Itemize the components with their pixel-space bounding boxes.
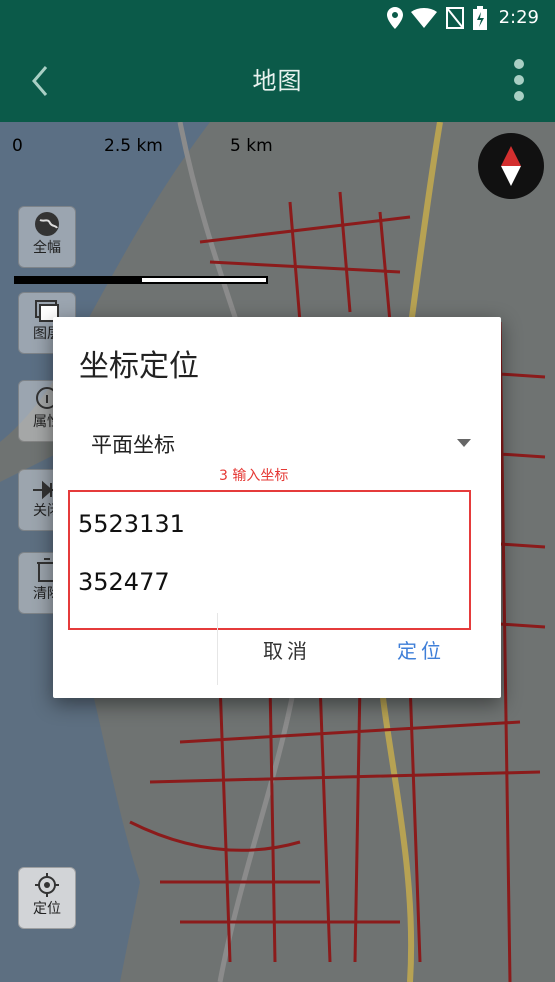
x-coordinate-input[interactable] bbox=[78, 504, 448, 544]
coordinate-inputs-box bbox=[68, 490, 471, 630]
coordinate-type-select[interactable]: 平面坐标 bbox=[79, 417, 475, 467]
coordinate-locate-dialog: 坐标定位 平面坐标 3 输入坐标 取消 定位 bbox=[53, 317, 501, 698]
scale-mid: 2.5 km bbox=[104, 136, 163, 156]
signal-icon bbox=[445, 6, 464, 29]
globe-icon bbox=[35, 212, 59, 236]
button-divider bbox=[217, 613, 218, 685]
more-menu-icon[interactable] bbox=[509, 57, 529, 103]
dropdown-arrow-icon bbox=[457, 439, 471, 447]
status-icons: 2:29 bbox=[386, 4, 539, 31]
full-extent-button[interactable]: 全幅 bbox=[18, 206, 76, 268]
locate-button[interactable]: 定位 bbox=[18, 867, 76, 929]
scale-zero: 0 bbox=[12, 136, 23, 156]
crosshair-icon bbox=[35, 873, 59, 897]
wifi-icon bbox=[410, 7, 437, 28]
compass-button[interactable] bbox=[478, 133, 544, 199]
y-coordinate-input[interactable] bbox=[78, 562, 448, 602]
app-bar: 地图 bbox=[0, 35, 555, 122]
page-title: 地图 bbox=[252, 67, 303, 95]
locate-confirm-button[interactable]: 定位 bbox=[397, 635, 445, 664]
compass-icon bbox=[501, 146, 521, 186]
dialog-title: 坐标定位 bbox=[79, 349, 199, 384]
status-time: 2:29 bbox=[498, 7, 539, 28]
locate-label: 定位 bbox=[33, 901, 61, 917]
battery-icon bbox=[472, 5, 487, 30]
status-bar: 2:29 bbox=[0, 0, 555, 35]
coordinate-type-value: 平面坐标 bbox=[91, 433, 175, 457]
cancel-button[interactable]: 取消 bbox=[263, 635, 311, 664]
location-icon bbox=[386, 6, 403, 29]
input-hint: 3 输入坐标 bbox=[219, 468, 289, 484]
scale-end: 5 km bbox=[230, 136, 273, 156]
full-extent-label: 全幅 bbox=[33, 240, 61, 256]
